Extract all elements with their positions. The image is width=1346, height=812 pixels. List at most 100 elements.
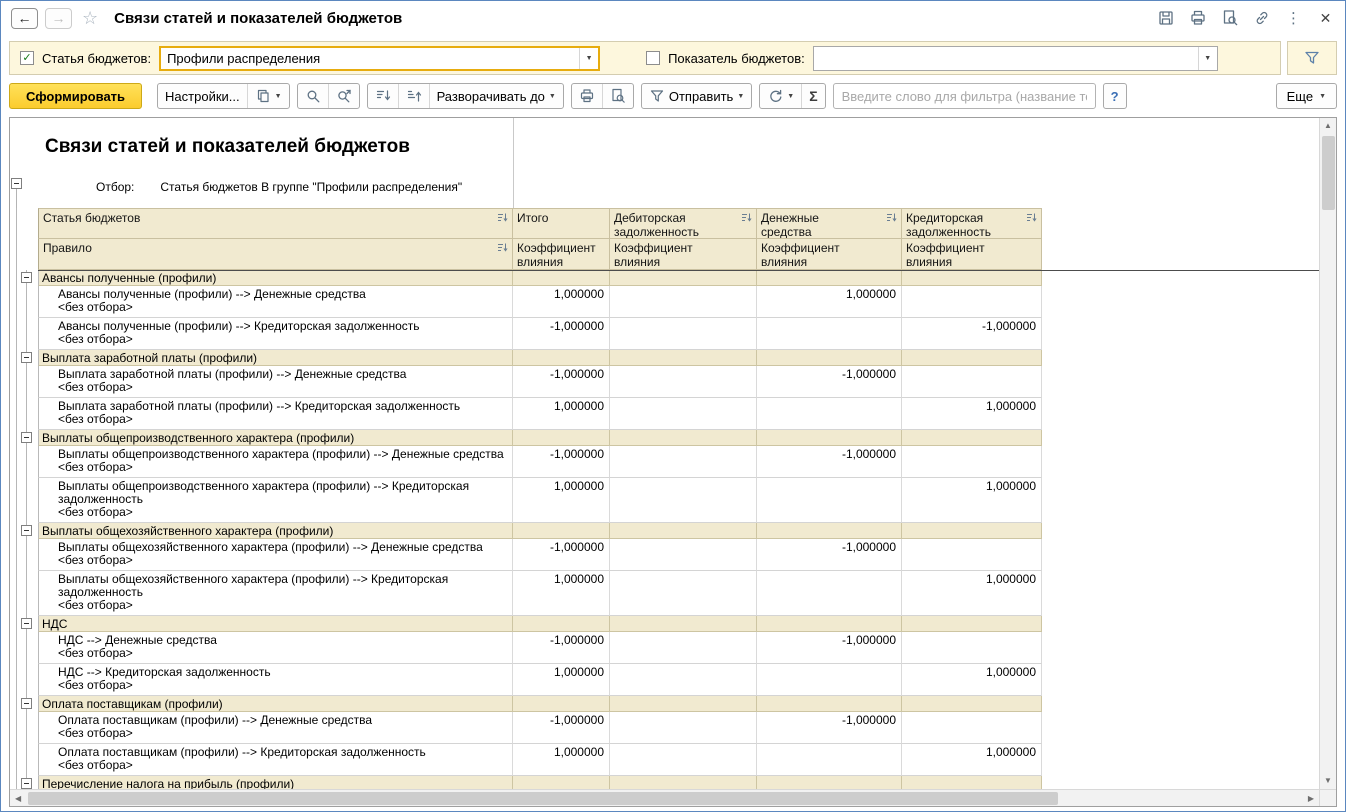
- value-cell[interactable]: [610, 664, 757, 696]
- rule-cell[interactable]: Оплата поставщикам (профили) --> Денежны…: [38, 712, 513, 744]
- collapse-group-button[interactable]: [21, 618, 32, 629]
- scroll-left-icon[interactable]: ◀: [15, 795, 21, 803]
- table-row[interactable]: Оплата поставщикам (профили) --> Денежны…: [10, 712, 1319, 744]
- column-header[interactable]: Коэффициент влияния: [513, 239, 610, 270]
- value-cell[interactable]: [610, 286, 757, 318]
- value-cell[interactable]: 1,000000: [757, 286, 902, 318]
- table-row[interactable]: НДС --> Кредиторская задолженность<без о…: [10, 664, 1319, 696]
- change-variant-button[interactable]: ▼: [760, 84, 801, 108]
- group-row[interactable]: Выплаты общехозяйственного характера (пр…: [10, 523, 1319, 539]
- collapse-group-button[interactable]: [21, 525, 32, 536]
- value-cell[interactable]: 1,000000: [513, 571, 610, 616]
- table-row[interactable]: Выплата заработной платы (профили) --> К…: [10, 398, 1319, 430]
- value-cell[interactable]: [610, 571, 757, 616]
- column-header[interactable]: Коэффициент влияния: [610, 239, 757, 270]
- value-cell[interactable]: [757, 318, 902, 350]
- save-icon[interactable]: [1156, 9, 1175, 28]
- send-button[interactable]: Отправить ▼: [642, 84, 751, 108]
- indicator-filter-input[interactable]: [814, 47, 1198, 70]
- table-row[interactable]: Авансы полученные (профили) --> Денежные…: [10, 286, 1319, 318]
- group-name-cell[interactable]: Выплаты общехозяйственного характера (пр…: [38, 523, 513, 539]
- value-cell[interactable]: -1,000000: [513, 366, 610, 398]
- table-row[interactable]: Выплата заработной платы (профили) --> Д…: [10, 366, 1319, 398]
- scroll-down-icon[interactable]: ▼: [1324, 777, 1332, 785]
- indicator-checkbox[interactable]: [646, 51, 660, 65]
- value-cell[interactable]: 1,000000: [902, 571, 1042, 616]
- search-icon[interactable]: [298, 84, 328, 108]
- more-button[interactable]: Еще ▼: [1276, 83, 1337, 109]
- value-cell[interactable]: 1,000000: [902, 744, 1042, 776]
- rule-cell[interactable]: НДС --> Кредиторская задолженность<без о…: [38, 664, 513, 696]
- value-cell[interactable]: 1,000000: [513, 398, 610, 430]
- forward-button[interactable]: →: [45, 8, 72, 29]
- horizontal-scrollbar[interactable]: ◀ ▶: [10, 789, 1319, 806]
- report-variants-button[interactable]: ▼: [248, 84, 289, 108]
- value-cell[interactable]: [902, 446, 1042, 478]
- value-cell[interactable]: -1,000000: [513, 446, 610, 478]
- print-icon[interactable]: [1188, 9, 1207, 28]
- value-cell[interactable]: [610, 398, 757, 430]
- table-row[interactable]: Выплаты общехозяйственного характера (пр…: [10, 539, 1319, 571]
- close-icon[interactable]: ✕: [1316, 9, 1335, 28]
- preview-icon[interactable]: [1220, 9, 1239, 28]
- value-cell[interactable]: [610, 539, 757, 571]
- scroll-up-icon[interactable]: ▲: [1324, 122, 1332, 130]
- group-row[interactable]: Авансы полученные (профили): [10, 270, 1319, 286]
- group-row[interactable]: Оплата поставщикам (профили): [10, 696, 1319, 712]
- autosum-button[interactable]: Σ: [802, 84, 824, 108]
- group-row[interactable]: Выплаты общепроизводственного характера …: [10, 430, 1319, 446]
- help-button[interactable]: ?: [1103, 83, 1127, 109]
- value-cell[interactable]: -1,000000: [513, 318, 610, 350]
- print-icon[interactable]: [572, 84, 602, 108]
- rule-cell[interactable]: Выплата заработной платы (профили) --> Д…: [38, 366, 513, 398]
- column-header[interactable]: Итого: [513, 208, 610, 239]
- sort-icon[interactable]: [497, 242, 509, 253]
- funnel-icon[interactable]: [1303, 49, 1322, 68]
- value-cell[interactable]: -1,000000: [757, 539, 902, 571]
- value-cell[interactable]: -1,000000: [757, 712, 902, 744]
- article-filter-input[interactable]: [161, 48, 579, 69]
- value-cell[interactable]: [757, 398, 902, 430]
- article-combo-dropdown-button[interactable]: ▼: [579, 48, 598, 69]
- group-name-cell[interactable]: Выплата заработной платы (профили): [38, 350, 513, 366]
- print-preview-icon[interactable]: [603, 84, 633, 108]
- table-row[interactable]: Авансы полученные (профили) --> Кредитор…: [10, 318, 1319, 350]
- column-header[interactable]: Статья бюджетов: [38, 208, 513, 239]
- value-cell[interactable]: [902, 539, 1042, 571]
- table-row[interactable]: Оплата поставщикам (профили) --> Кредито…: [10, 744, 1319, 776]
- value-cell[interactable]: [610, 478, 757, 523]
- generate-button[interactable]: Сформировать: [9, 83, 142, 109]
- value-cell[interactable]: [610, 744, 757, 776]
- value-cell[interactable]: -1,000000: [513, 539, 610, 571]
- group-name-cell[interactable]: Оплата поставщикам (профили): [38, 696, 513, 712]
- value-cell[interactable]: 1,000000: [902, 664, 1042, 696]
- table-row[interactable]: Выплаты общехозяйственного характера (пр…: [10, 571, 1319, 616]
- value-cell[interactable]: [610, 632, 757, 664]
- rule-cell[interactable]: НДС --> Денежные средства<без отбора>: [38, 632, 513, 664]
- horizontal-scroll-thumb[interactable]: [28, 792, 1058, 805]
- rule-cell[interactable]: Авансы полученные (профили) --> Кредитор…: [38, 318, 513, 350]
- column-header[interactable]: Коэффициент влияния: [902, 239, 1042, 270]
- value-cell[interactable]: [610, 712, 757, 744]
- indicator-combo-dropdown-button[interactable]: ▼: [1198, 47, 1217, 70]
- group-row[interactable]: НДС: [10, 616, 1319, 632]
- value-cell[interactable]: [902, 712, 1042, 744]
- favorite-star-icon[interactable]: ☆: [82, 8, 98, 29]
- table-row[interactable]: Выплаты общепроизводственного характера …: [10, 478, 1319, 523]
- value-cell[interactable]: -1,000000: [513, 632, 610, 664]
- expand-to-button[interactable]: Разворачивать до ▼: [430, 84, 563, 108]
- vertical-scrollbar[interactable]: ▲ ▼: [1319, 118, 1336, 789]
- table-row[interactable]: Выплаты общепроизводственного характера …: [10, 446, 1319, 478]
- value-cell[interactable]: [610, 446, 757, 478]
- value-cell[interactable]: [610, 318, 757, 350]
- sort-icon[interactable]: [497, 212, 509, 223]
- value-cell[interactable]: -1,000000: [513, 712, 610, 744]
- value-cell[interactable]: [902, 632, 1042, 664]
- sort-icon[interactable]: [886, 212, 898, 223]
- value-cell[interactable]: 1,000000: [513, 286, 610, 318]
- word-filter-input[interactable]: [833, 83, 1096, 109]
- value-cell[interactable]: 1,000000: [902, 478, 1042, 523]
- collapse-group-button[interactable]: [21, 352, 32, 363]
- collapse-group-button[interactable]: [21, 698, 32, 709]
- value-cell[interactable]: [757, 571, 902, 616]
